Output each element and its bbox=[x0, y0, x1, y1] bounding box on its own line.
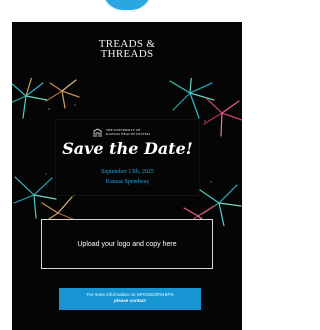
cta-line-2: please contact bbox=[114, 298, 146, 303]
hero-banner: THE UNIVERSITY OF KANSAS HEALTH SYSTEM S… bbox=[12, 78, 242, 226]
upload-logo-label: Upload your logo and copy here bbox=[77, 240, 177, 248]
brand-logo: TREADS & THREADS bbox=[12, 39, 242, 60]
page: TREADS & THREADS THE UNIVERSITY OF KANSA… bbox=[0, 0, 254, 330]
email-card: TREADS & THREADS THE UNIVERSITY OF KANSA… bbox=[12, 22, 242, 330]
save-the-date-panel: THE UNIVERSITY OF KANSAS HEALTH SYSTEM S… bbox=[56, 120, 199, 195]
hotel-logo: THE UNIVERSITY OF KANSAS HEALTH SYSTEM bbox=[93, 127, 163, 139]
hotel-logo-line-2: KANSAS HEALTH SYSTEM bbox=[106, 132, 150, 136]
top-badge-decoration bbox=[103, 0, 151, 10]
brand-line-2: THREADS bbox=[100, 48, 154, 60]
hotel-logo-icon bbox=[93, 128, 102, 137]
hotel-logo-text: THE UNIVERSITY OF KANSAS HEALTH SYSTEM bbox=[106, 128, 161, 137]
sponsorship-cta-button[interactable]: For more information on SPONSORSHIPS ple… bbox=[59, 288, 201, 310]
event-date: September 13th, 2025 bbox=[101, 169, 154, 175]
upload-logo-area[interactable]: Upload your logo and copy here bbox=[41, 219, 213, 269]
save-the-date-title: Save the Date! bbox=[62, 139, 193, 158]
event-location: Kansas Speedway bbox=[105, 179, 150, 185]
